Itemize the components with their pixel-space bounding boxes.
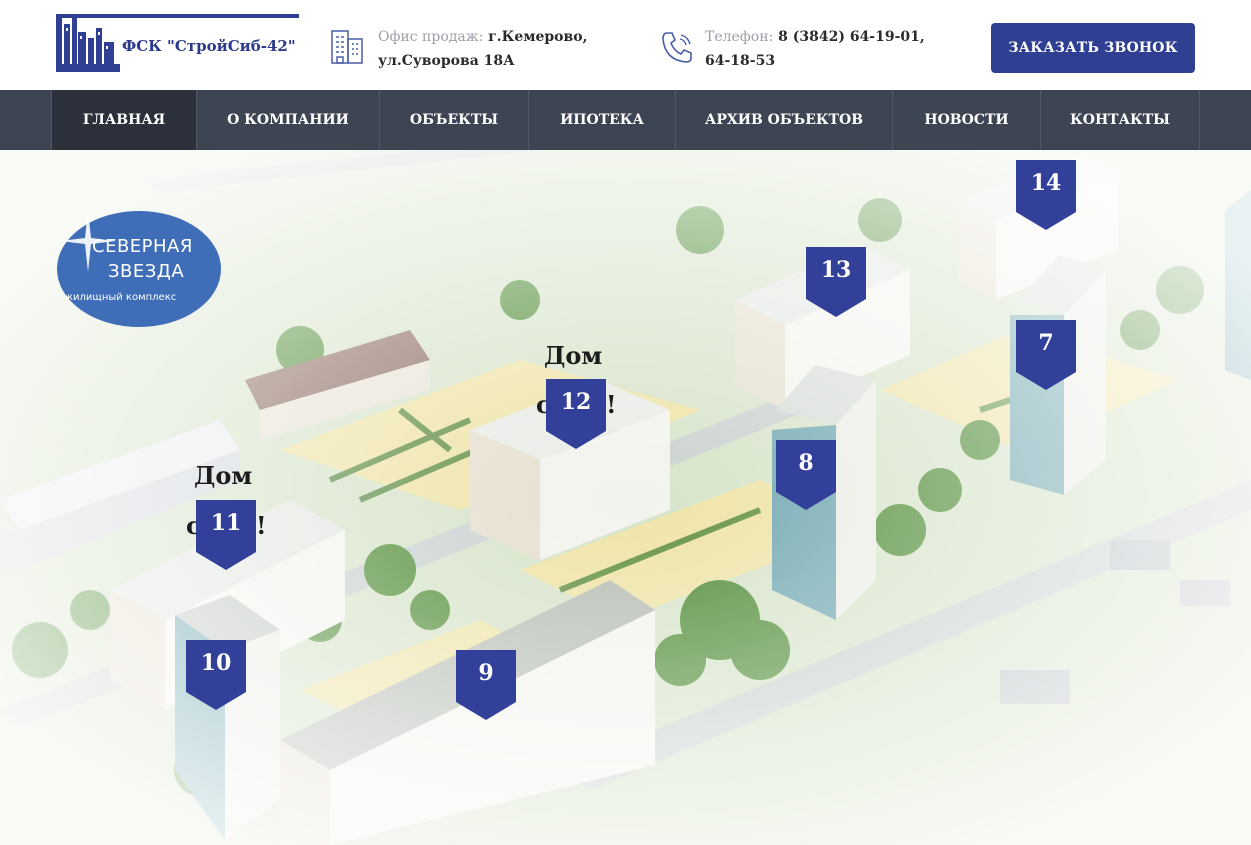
site-header: ФСК "СтройСиб-42" Офис продаж: г.Кемеров… [0,0,1251,90]
building-marker-9[interactable]: 9 [456,650,516,720]
sales-office-info: Офис продаж: г.Кемерово, ул.Суворова 18А [378,25,587,73]
nav-item-archive[interactable]: АРХИВ ОБЪЕКТОВ [675,90,892,150]
company-name[interactable]: ФСК "СтройСиб-42" [122,37,296,55]
building-marker-14[interactable]: 14 [1016,160,1076,230]
phone-info: Телефон: 8 (3842) 64-19-01, 64-18-53 [705,25,925,73]
phone-number-1[interactable]: 8 (3842) 64-19-01, [778,29,925,45]
marker-number: 9 [478,660,494,686]
dom-label-12-word: Дом [544,341,603,370]
marker-number: 14 [1030,170,1062,196]
nav-item-home[interactable]: ГЛАВНАЯ [51,90,196,150]
nav-item-contacts[interactable]: КОНТАКТЫ [1040,90,1200,150]
emblem-subtitle: жилищный комплекс [64,292,177,303]
phone-number-2[interactable]: 64-18-53 [705,53,775,69]
emblem-title-1: СЕВЕРНАЯ [92,236,193,257]
phone-icon [662,32,692,63]
dom-label-11-word: Дом [194,461,253,490]
marker-number: 7 [1038,330,1054,356]
building-marker-11[interactable]: 11 [196,500,256,570]
marker-number: 10 [200,650,232,676]
marker-number: 12 [560,389,592,415]
nav-item-objects[interactable]: ОБЪЕКТЫ [379,90,528,150]
building-marker-12[interactable]: 12 [546,379,606,449]
marker-number: 13 [820,257,852,283]
dom-label-11-excl: ! [256,511,267,540]
office-street: ул.Суворова 18А [378,53,515,69]
nav-item-mortgage[interactable]: ИПОТЕКА [528,90,675,150]
emblem-title-2: ЗВЕЗДА [108,261,185,282]
complex-map: СЕВЕРНАЯ ЗВЕЗДА жилищный комплекс Дом с … [0,150,1251,845]
office-city: г.Кемерово, [488,29,588,45]
marker-number: 8 [798,450,814,476]
building-marker-7[interactable]: 7 [1016,320,1076,390]
building-marker-13[interactable]: 13 [806,247,866,317]
building-icon [331,30,363,64]
building-marker-8[interactable]: 8 [776,440,836,510]
nav-item-news[interactable]: НОВОСТИ [892,90,1040,150]
main-nav: ГЛАВНАЯ О КОМПАНИИ ОБЪЕКТЫ ИПОТЕКА АРХИВ… [0,90,1251,150]
order-callback-button[interactable]: ЗАКАЗАТЬ ЗВОНОК [991,23,1195,73]
office-label: Офис продаж: [378,29,484,45]
nav-item-about[interactable]: О КОМПАНИИ [196,90,379,150]
marker-number: 11 [210,510,242,536]
building-marker-10[interactable]: 10 [186,640,246,710]
phone-label: Телефон: [705,29,774,45]
dom-label-12-excl: ! [606,390,617,419]
